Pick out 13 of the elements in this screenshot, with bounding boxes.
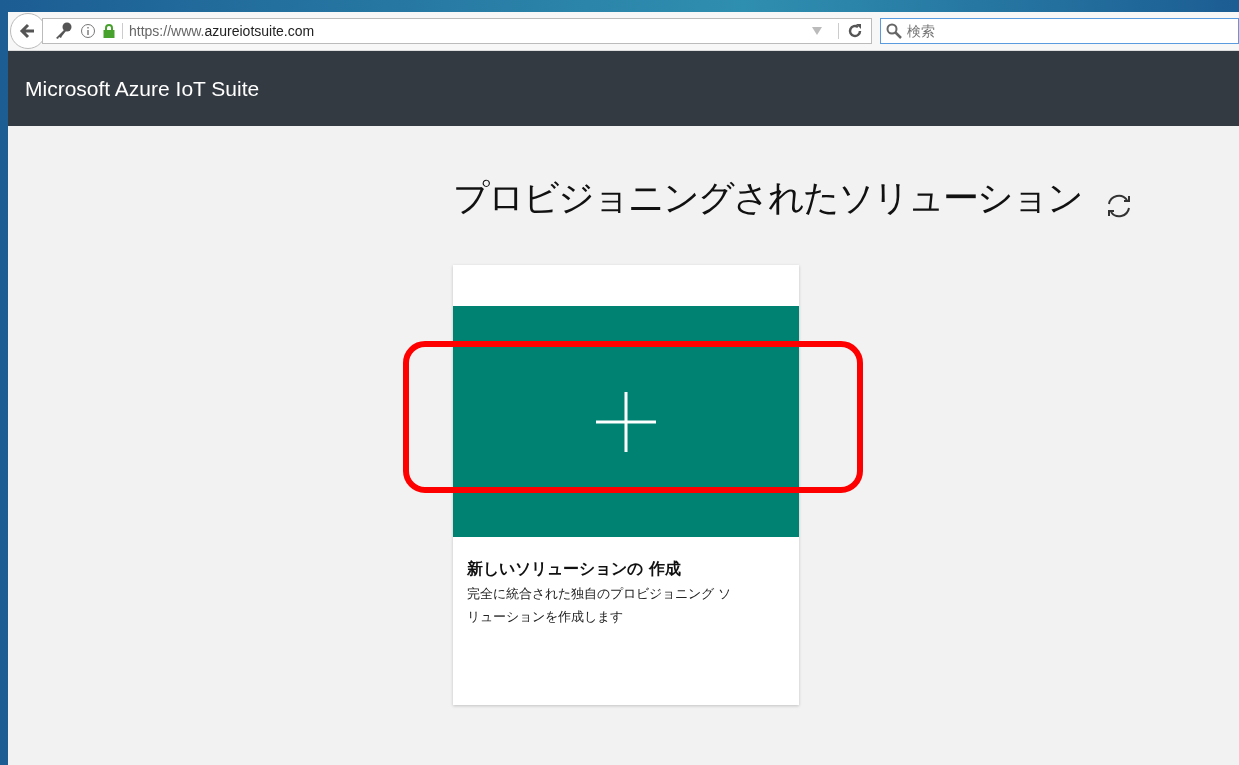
back-arrow-icon <box>19 22 37 40</box>
search-field[interactable]: 検索 <box>880 18 1239 44</box>
plus-icon <box>596 391 656 452</box>
page-heading: プロビジョニングされたソリューション <box>453 176 1082 220</box>
url-text: https://www.azureiotsuite.com <box>122 23 804 39</box>
info-icon[interactable] <box>80 23 96 39</box>
address-bar[interactable]: https://www.azureiotsuite.com <box>42 18 872 44</box>
new-solution-card[interactable]: 新しいソリューションの 作成 完全に統合された独自のプロビジョニング ソリューションを作成します <box>453 265 799 705</box>
lock-icon <box>103 24 115 38</box>
reload-icon[interactable] <box>838 23 863 39</box>
app-title[interactable]: Microsoft Azure IoT Suite <box>25 76 260 101</box>
card-title: 新しいソリューションの 作成 <box>467 559 682 580</box>
card-description: 完全に統合された独自のプロビジョニング ソリューションを作成します <box>467 585 733 626</box>
